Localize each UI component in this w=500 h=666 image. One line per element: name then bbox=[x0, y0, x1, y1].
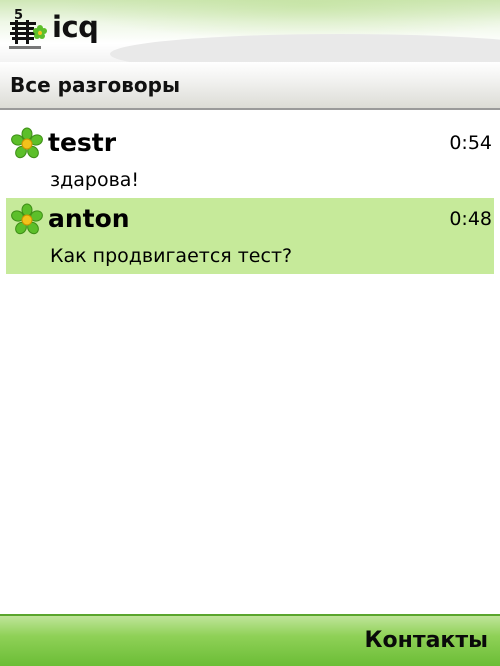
last-message: Как продвигается тест? bbox=[50, 245, 293, 267]
header-decoration-lower bbox=[110, 34, 500, 62]
section-title: Все разговоры bbox=[10, 73, 181, 97]
softkey-bar: Контакты bbox=[0, 614, 500, 666]
app-header: 5 icq bbox=[0, 0, 500, 62]
connection-status-icon: 5 bbox=[9, 8, 47, 49]
icq-flower-icon bbox=[11, 127, 43, 159]
message-time: 0:48 bbox=[449, 208, 492, 230]
contacts-softkey[interactable]: Контакты bbox=[365, 628, 488, 653]
icq-flower-icon bbox=[11, 203, 43, 235]
conversation-item-anton[interactable]: anton 0:48 Как продвигается тест? bbox=[6, 198, 494, 274]
contact-name: anton bbox=[48, 204, 130, 233]
contact-name: testr bbox=[48, 128, 117, 157]
last-message: здарова! bbox=[50, 169, 140, 191]
app-title: icq bbox=[52, 10, 99, 44]
conversation-list: testr 0:54 здарова! anton 0:48 Как продв… bbox=[6, 122, 494, 274]
conversation-item-testr[interactable]: testr 0:54 здарова! bbox=[6, 122, 494, 198]
message-time: 0:54 bbox=[449, 132, 492, 154]
section-header: Все разговоры bbox=[0, 62, 500, 110]
